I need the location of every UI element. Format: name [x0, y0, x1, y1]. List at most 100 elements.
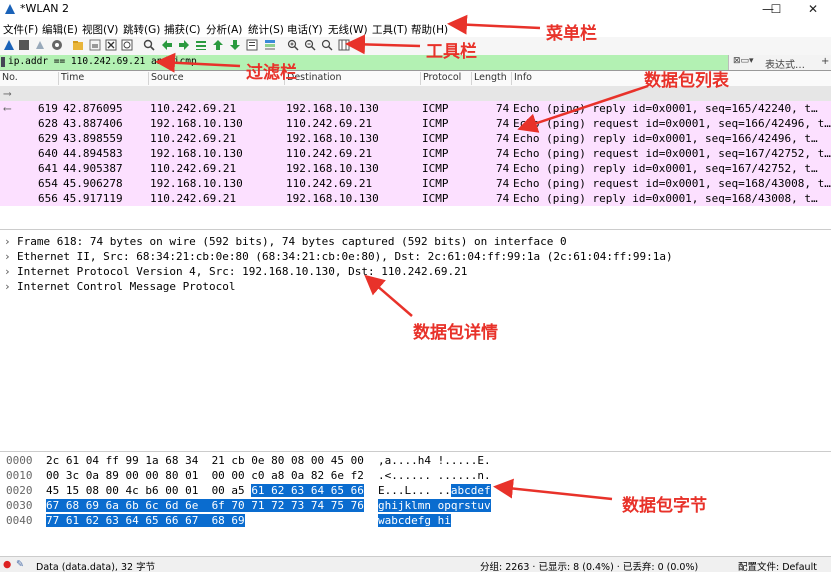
column-info[interactable]: Info [511, 72, 532, 85]
maximize-button[interactable]: ☐ [756, 0, 796, 19]
add-filter-button[interactable]: + [821, 56, 829, 67]
filter-expression-button[interactable]: 表达式… [765, 56, 805, 71]
annotation-toolbar: 工具栏 [426, 42, 477, 62]
packet-row[interactable]: 629 43.898559 110.242.69.21 192.168.10.1… [0, 131, 831, 146]
bytes-row[interactable]: 0010 00 3c 0a 89 00 00 80 01 00 00 c0 a8… [0, 468, 831, 483]
column-no[interactable]: No. [0, 72, 18, 85]
packet-len: 74 [496, 192, 510, 205]
expand-chevron-icon[interactable]: › [4, 280, 11, 293]
packet-dst: 192.168.10.130 [286, 162, 379, 175]
detail-row-icmp[interactable]: › Internet Control Message Protocol [0, 279, 831, 294]
packet-proto: ICMP [422, 132, 449, 145]
menu-file[interactable]: 文件(F) [3, 22, 38, 37]
filter-bookmark-icon[interactable] [1, 57, 5, 67]
go-forward-icon[interactable] [178, 39, 190, 51]
packet-row[interactable]: 641 44.905387 110.242.69.21 192.168.10.1… [0, 161, 831, 176]
display-filter-input[interactable]: ip.addr == 110.242.69.21 and icmp [8, 56, 197, 67]
wireshark-logo-icon [5, 4, 15, 14]
bytes-hex: 45 15 08 00 4c b6 00 01 00 a5 [46, 484, 252, 497]
packet-row[interactable]: 656 45.917119 110.242.69.21 192.168.10.1… [0, 191, 831, 206]
expand-chevron-icon[interactable]: › [4, 265, 11, 278]
resize-columns-icon[interactable] [338, 39, 350, 51]
find-packet-icon[interactable] [143, 39, 155, 51]
detail-text: Internet Protocol Version 4, Src: 192.16… [17, 265, 468, 278]
menu-wireless[interactable]: 无线(W) [328, 22, 368, 37]
packet-no: 629 [38, 132, 58, 145]
column-length[interactable]: Length [471, 72, 507, 85]
packet-proto: ICMP [422, 147, 449, 160]
packet-dst: 110.242.69.21 [286, 117, 373, 130]
expand-chevron-icon[interactable]: › [4, 250, 11, 263]
menu-tools[interactable]: 工具(T) [372, 22, 408, 37]
detail-row-ipv4[interactable]: › Internet Protocol Version 4, Src: 192.… [0, 264, 831, 279]
menu-edit[interactable]: 编辑(E) [42, 22, 78, 37]
clear-filter-icon[interactable]: ⊠▭▾ [733, 56, 754, 66]
column-source[interactable]: Source [148, 72, 184, 85]
stop-capture-icon[interactable] [18, 39, 30, 51]
menu-help[interactable]: 帮助(H) [411, 22, 448, 37]
edit-comment-icon[interactable]: ✎ [16, 559, 24, 570]
packet-len: 74 [496, 177, 510, 190]
packet-dst: 192.168.10.130 [286, 132, 379, 145]
zoom-out-icon[interactable] [304, 39, 316, 51]
zoom-in-icon[interactable] [287, 39, 299, 51]
packet-row[interactable]: 654 45.906278 192.168.10.130 110.242.69.… [0, 176, 831, 191]
bytes-offset: 0040 [6, 514, 33, 527]
bytes-ascii: ,a....h4 !.....E. [378, 454, 491, 467]
packet-proto: ICMP [422, 102, 449, 115]
go-last-icon[interactable] [229, 39, 241, 51]
packet-info: Echo (ping) request id=0x0001, seq=166/4… [513, 117, 831, 130]
packet-time: 44.905387 [63, 162, 123, 175]
restart-capture-icon[interactable] [34, 39, 46, 51]
expand-chevron-icon[interactable]: › [4, 235, 11, 248]
close-file-icon[interactable] [105, 39, 117, 51]
menu-view[interactable]: 视图(V) [82, 22, 118, 37]
reload-file-icon[interactable] [121, 39, 133, 51]
packet-time: 43.898559 [63, 132, 123, 145]
packet-src: 110.242.69.21 [150, 102, 237, 115]
packet-dst: 110.242.69.21 [286, 177, 373, 190]
detail-row-ethernet[interactable]: › Ethernet II, Src: 68:34:21:cb:0e:80 (6… [0, 249, 831, 264]
column-protocol[interactable]: Protocol [420, 72, 461, 85]
menu-bar: 文件(F) 编辑(E) 视图(V) 跳转(G) 捕获(C) 分析(A) 统计(S… [0, 19, 831, 37]
open-file-icon[interactable] [72, 39, 84, 51]
packet-src: 110.242.69.21 [150, 162, 237, 175]
menu-statistics[interactable]: 统计(S) [248, 22, 284, 37]
save-file-icon[interactable] [89, 39, 101, 51]
packet-row[interactable]: 640 44.894583 192.168.10.130 110.242.69.… [0, 146, 831, 161]
colorize-icon[interactable] [264, 39, 276, 51]
close-button[interactable]: ✕ [793, 0, 831, 19]
packet-info: Echo (ping) reply id=0x0001, seq=165/422… [513, 102, 818, 115]
annotation-filter: 过滤栏 [246, 63, 297, 83]
column-time[interactable]: Time [58, 72, 84, 85]
auto-scroll-icon[interactable] [246, 39, 258, 51]
annotation-menubar: 菜单栏 [546, 24, 597, 44]
menu-capture[interactable]: 捕获(C) [164, 22, 201, 37]
normal-size-icon[interactable] [321, 39, 333, 51]
go-first-icon[interactable] [212, 39, 224, 51]
packet-info: Echo (ping) reply id=0x0001, seq=168/430… [513, 192, 818, 205]
start-capture-icon[interactable] [3, 39, 15, 51]
detail-text: Frame 618: 74 bytes on wire (592 bits), … [17, 235, 567, 248]
menu-telephony[interactable]: 电话(Y) [287, 22, 323, 37]
packet-len: 74 [496, 162, 510, 175]
detail-row-frame[interactable]: › Frame 618: 74 bytes on wire (592 bits)… [0, 234, 831, 249]
go-to-packet-icon[interactable] [195, 39, 207, 51]
packet-no: 654 [38, 177, 58, 190]
packet-dst: 192.168.10.130 [286, 192, 379, 205]
annotation-details: 数据包详情 [413, 323, 498, 343]
menu-go[interactable]: 跳转(G) [123, 22, 160, 37]
packet-row[interactable]: 628 43.887406 192.168.10.130 110.242.69.… [0, 116, 831, 131]
capture-options-icon[interactable] [51, 39, 63, 51]
packet-dst: 110.242.69.21 [286, 147, 373, 160]
packet-time: 43.887406 [63, 117, 123, 130]
packet-info: Echo (ping) reply id=0x0001, seq=167/427… [513, 162, 818, 175]
go-back-icon[interactable] [161, 39, 173, 51]
packet-no: 628 [38, 117, 58, 130]
packet-proto: ICMP [422, 117, 449, 130]
menu-analyze[interactable]: 分析(A) [206, 22, 242, 37]
packet-row[interactable]: ⟵ 619 42.876095 110.242.69.21 192.168.10… [0, 101, 831, 116]
packet-src: 110.242.69.21 [150, 132, 237, 145]
packet-src: 192.168.10.130 [150, 147, 243, 160]
bytes-row[interactable]: 0000 2c 61 04 ff 99 1a 68 34 21 cb 0e 80… [0, 453, 831, 468]
